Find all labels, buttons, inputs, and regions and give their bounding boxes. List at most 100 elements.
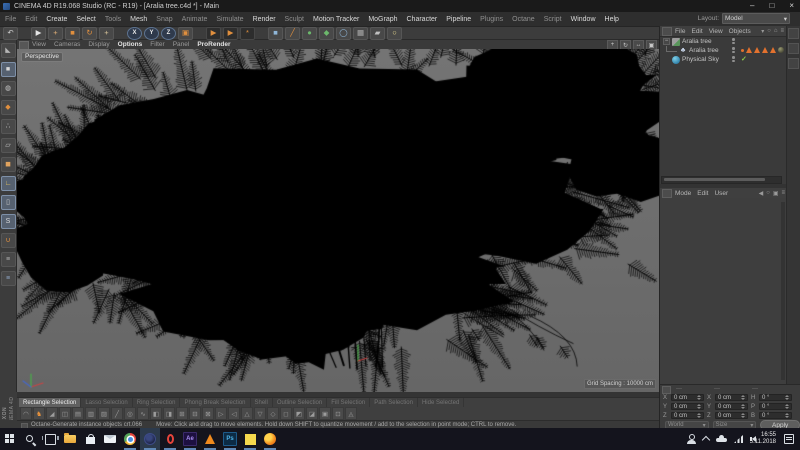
tool-icon-21[interactable]: ◻: [280, 407, 292, 420]
object-manager-scrollbar[interactable]: [661, 176, 782, 184]
stepper-icon[interactable]: [697, 413, 701, 418]
minimize-button[interactable]: –: [750, 2, 754, 10]
tool-icon-25[interactable]: ⊡: [332, 407, 344, 420]
action-center-icon[interactable]: [784, 434, 794, 444]
rotation-field[interactable]: 0 °: [759, 412, 792, 419]
tool-icon-18[interactable]: △: [241, 407, 253, 420]
tool-icon-6[interactable]: ▥: [85, 407, 97, 420]
stepper-icon[interactable]: [785, 395, 789, 400]
tool-tab[interactable]: Shell: [251, 398, 273, 407]
cinema4d-icon[interactable]: [140, 428, 160, 450]
tab-rectangle-selection[interactable]: Rectangle Selection: [19, 398, 81, 407]
tool-icon-11[interactable]: ◧: [150, 407, 162, 420]
stepper-icon[interactable]: [741, 413, 745, 418]
panel-icon[interactable]: [662, 27, 672, 36]
tool-icon-13[interactable]: ⊞: [176, 407, 188, 420]
points-mode-icon[interactable]: ∴: [1, 119, 16, 134]
panel-icon[interactable]: [662, 189, 672, 198]
tool-icon-26[interactable]: ◬: [345, 407, 357, 420]
enable-axis-icon[interactable]: ∟: [1, 176, 16, 191]
workplane-mode-icon[interactable]: ◆: [1, 100, 16, 115]
tool-icon-23[interactable]: ◪: [306, 407, 318, 420]
object-name[interactable]: Physical Sky: [682, 56, 719, 63]
size-field[interactable]: 0 cm: [715, 394, 748, 401]
object-manager-menu-item[interactable]: File: [675, 28, 685, 35]
tool-icon-2[interactable]: ♞: [33, 407, 45, 420]
panel-icon[interactable]: [662, 386, 671, 394]
render-settings-icon[interactable]: *: [240, 27, 255, 40]
octane-objecttag-icon[interactable]: [754, 47, 760, 53]
undo-icon[interactable]: ↶: [3, 27, 18, 40]
clock[interactable]: 16:55 5.11.2018: [750, 428, 776, 450]
workplane-icon[interactable]: ≡: [1, 271, 16, 286]
firefox-icon[interactable]: [260, 428, 280, 450]
dock-icon[interactable]: [788, 43, 799, 54]
tool-icon-12[interactable]: ◨: [163, 407, 175, 420]
material-tag-icon[interactable]: [778, 47, 784, 53]
model-mode-icon[interactable]: ■: [1, 62, 16, 77]
tool-tab[interactable]: Phong Break Selection: [180, 398, 250, 407]
tool-icon-10[interactable]: ∿: [137, 407, 149, 420]
position-field[interactable]: 0 cm: [671, 394, 704, 401]
tool-icon-17[interactable]: ◁: [228, 407, 240, 420]
home-icon[interactable]: ⌂: [774, 28, 778, 34]
viewport-solo-icon[interactable]: ▯: [1, 195, 16, 210]
tool-icon-4[interactable]: ◫: [59, 407, 71, 420]
attribute-manager-menu-item[interactable]: Edit: [697, 190, 708, 197]
dock-icon[interactable]: [788, 58, 799, 69]
object-name[interactable]: Aralia tree: [682, 38, 712, 45]
polygons-mode-icon[interactable]: ◼: [1, 157, 16, 172]
attribute-manager-menu-item[interactable]: User: [714, 190, 728, 197]
stepper-icon[interactable]: [785, 404, 789, 409]
environment-icon[interactable]: ▦: [353, 27, 368, 40]
visibility-dots[interactable]: [732, 56, 735, 62]
live-selection-icon[interactable]: ▶: [31, 27, 46, 40]
search-icon[interactable]: [20, 428, 40, 450]
viewport[interactable]: Perspective Grid Spacing : 10000 cm: [17, 49, 659, 392]
lock-icon[interactable]: ▣: [773, 190, 779, 197]
search-icon[interactable]: ○: [766, 190, 770, 196]
lock-x-axis-icon[interactable]: X: [127, 27, 142, 40]
tool-icon-9[interactable]: ◎: [124, 407, 136, 420]
lock-y-axis-icon[interactable]: Y: [144, 27, 159, 40]
camera-icon[interactable]: ▰: [370, 27, 385, 40]
lock-z-axis-icon[interactable]: Z: [161, 27, 176, 40]
locked-workplane-icon[interactable]: ≡: [1, 252, 16, 267]
visibility-dots[interactable]: [732, 38, 735, 44]
after-effects-icon[interactable]: Ae: [180, 428, 200, 450]
close-button[interactable]: ×: [789, 2, 794, 10]
list-icon[interactable]: ≡: [781, 190, 785, 196]
octane-objecttag-icon[interactable]: [762, 47, 768, 53]
magnet-icon[interactable]: ∪: [1, 233, 16, 248]
onedrive-icon[interactable]: [716, 435, 727, 443]
light-icon[interactable]: ○: [387, 27, 402, 40]
make-editable-icon[interactable]: ◣: [1, 43, 16, 58]
dock-icon[interactable]: [788, 28, 799, 39]
coordinate-system-icon[interactable]: ▣: [178, 27, 193, 40]
enabled-check-icon[interactable]: ✓: [741, 55, 747, 63]
render-picture-viewer-icon[interactable]: ▶: [223, 27, 238, 40]
layout-dropdown[interactable]: Model ▾: [722, 13, 790, 24]
render-view-icon[interactable]: ▶: [206, 27, 221, 40]
list-icon[interactable]: ≡: [780, 28, 784, 34]
tool-tab[interactable]: Fill Selection: [327, 398, 370, 407]
attribute-manager-scrollbar[interactable]: [781, 202, 785, 380]
tool-icon-1[interactable]: ◠: [20, 407, 32, 420]
move-tool-icon[interactable]: +: [48, 27, 63, 40]
network-icon[interactable]: [734, 435, 743, 443]
rotate-tool-icon[interactable]: ↻: [82, 27, 97, 40]
scale-tool-icon[interactable]: ■: [65, 27, 80, 40]
tool-icon-19[interactable]: ▽: [254, 407, 266, 420]
task-view-icon[interactable]: [40, 428, 60, 450]
contact-icon[interactable]: [687, 434, 696, 444]
primitive-cube-icon[interactable]: ■: [268, 27, 283, 40]
collapse-icon[interactable]: −: [663, 38, 670, 45]
texture-mode-icon[interactable]: ◍: [1, 81, 16, 96]
size-field[interactable]: 0 cm: [715, 412, 748, 419]
stepper-icon[interactable]: [697, 404, 701, 409]
visibility-dots[interactable]: [732, 47, 735, 53]
tool-icon-3[interactable]: ◢: [46, 407, 58, 420]
filter-icon[interactable]: ▾: [761, 28, 764, 35]
object-row[interactable]: − Aralia tree: [660, 37, 786, 46]
start-icon[interactable]: [0, 428, 20, 450]
